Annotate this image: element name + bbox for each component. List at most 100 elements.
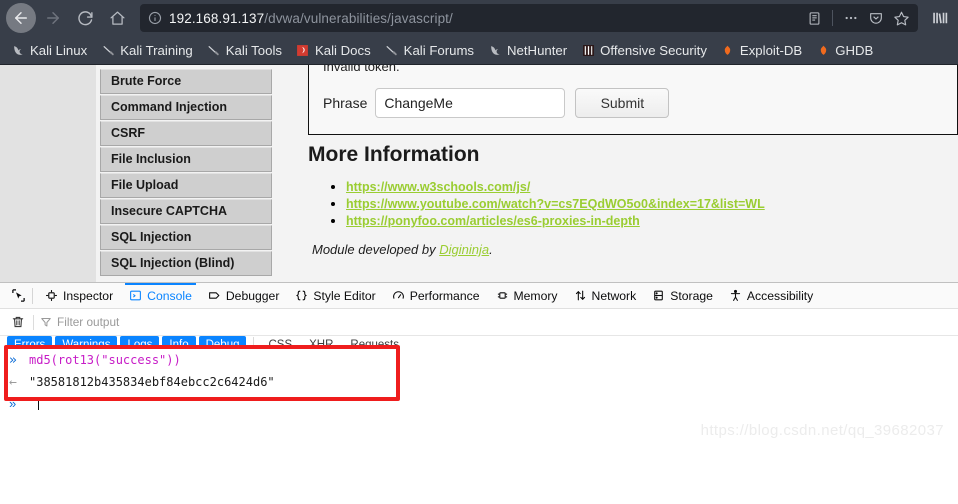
submit-button[interactable]: Submit (575, 88, 670, 118)
sidebar-item-command-injection[interactable]: Command Injection (100, 95, 272, 120)
phrase-input[interactable] (375, 88, 566, 118)
tab-style-editor[interactable]: Style Editor (287, 283, 383, 308)
kali-dragon-icon (11, 43, 25, 57)
bookmark-nethunter[interactable]: NetHunter (481, 41, 574, 60)
console-filter-pills: Errors Warnings Logs Info Debug CSS XHR … (0, 336, 958, 349)
filter-pill-xhr[interactable]: XHR (302, 336, 340, 349)
bookmark-kali-forums[interactable]: Kali Forums (378, 41, 481, 60)
address-bar[interactable]: 192.168.91.137/dvwa/vulnerabilities/java… (140, 4, 918, 32)
bookmark-exploit-db[interactable]: Exploit-DB (714, 41, 809, 60)
tab-network[interactable]: Network (566, 283, 645, 308)
sidebar-item-file-inclusion[interactable]: File Inclusion (100, 147, 272, 172)
kali-tools-icon (207, 43, 221, 57)
console-input-arrow-icon: » (9, 352, 17, 368)
tab-memory[interactable]: Memory (488, 283, 566, 308)
bookmark-star-icon[interactable] (890, 7, 912, 29)
filter-output-input[interactable]: Filter output (40, 315, 958, 329)
filter-icon (40, 316, 52, 328)
element-picker-icon[interactable] (6, 284, 30, 308)
tab-label: Inspector (63, 288, 114, 303)
console-output: » md5(rot13("success")) ← "38581812b4358… (0, 345, 958, 445)
phrase-form: Phrase Submit (323, 88, 943, 118)
sidebar-item-file-upload[interactable]: File Upload (100, 173, 272, 198)
bookmark-label: Kali Linux (30, 42, 88, 58)
filter-pill-css[interactable]: CSS (261, 336, 299, 349)
module-credit-link[interactable]: Digininja (439, 242, 489, 257)
performance-icon (392, 289, 405, 302)
inspector-icon (45, 289, 58, 302)
memory-icon (496, 289, 509, 302)
debugger-icon (208, 289, 221, 302)
chrome-right-controls (928, 9, 952, 27)
filter-pill-info[interactable]: Info (162, 336, 196, 349)
address-bar-actions (803, 7, 912, 29)
tab-label: Network (591, 288, 637, 303)
bookmark-offensive-security[interactable]: Offensive Security (574, 41, 714, 60)
home-button[interactable] (102, 3, 132, 33)
tab-inspector[interactable]: Inspector (37, 283, 121, 308)
info-link-youtube[interactable]: https://www.youtube.com/watch?v=cs7EQdWO… (346, 197, 765, 211)
bookmark-label: Kali Tools (225, 42, 282, 58)
filter-pills-divider (253, 337, 255, 349)
bookmark-label: Kali Forums (403, 42, 475, 58)
dvwa-page: Brute Force Command Injection CSRF File … (96, 65, 958, 282)
console-input-expression: md5(rot13("success")) (29, 353, 181, 367)
page-left-margin (0, 65, 96, 282)
url-host: 192.168.91.137 (169, 10, 265, 26)
module-credit: Module developed by Digininja. (312, 242, 954, 257)
console-input-row[interactable]: » md5(rot13("success")) (0, 349, 958, 371)
filter-pill-requests[interactable]: Requests (343, 336, 406, 349)
tab-label: Accessibility (746, 288, 814, 303)
filter-bar-divider (33, 314, 34, 330)
page-actions-icon[interactable] (840, 7, 862, 29)
tab-label: Style Editor (313, 288, 376, 303)
sidebar-item-sql-injection[interactable]: SQL Injection (100, 225, 272, 250)
tab-label: Performance (409, 288, 480, 303)
sidebar-item-sql-injection-blind[interactable]: SQL Injection (Blind) (100, 251, 272, 276)
console-prompt-row[interactable]: » (0, 393, 958, 413)
bookmark-kali-docs[interactable]: Kali Docs (289, 41, 378, 60)
sidebar-item-insecure-captcha[interactable]: Insecure CAPTCHA (100, 199, 272, 224)
library-icon[interactable] (928, 9, 952, 27)
javascript-challenge-card: Invalid token. Phrase Submit (308, 65, 958, 135)
phrase-label: Phrase (323, 95, 368, 111)
console-filter-bar: Filter output (0, 309, 958, 336)
bookmark-kali-tools[interactable]: Kali Tools (200, 41, 289, 60)
tab-accessibility[interactable]: Accessibility (721, 283, 821, 308)
address-bar-separator (832, 10, 833, 26)
watermark: https://blog.csdn.net/qq_39682037 (700, 422, 944, 439)
clear-console-icon[interactable] (6, 311, 30, 333)
tab-performance[interactable]: Performance (384, 283, 488, 308)
devtools-toolbar: Inspector Console Debugger Style Editor … (0, 283, 958, 309)
back-button[interactable] (6, 3, 36, 33)
more-information-heading: More Information (308, 143, 480, 166)
forward-button[interactable] (38, 3, 68, 33)
tab-debugger[interactable]: Debugger (200, 283, 288, 308)
info-icon[interactable] (148, 11, 162, 25)
filter-pill-logs[interactable]: Logs (120, 336, 160, 349)
pocket-icon[interactable] (865, 7, 887, 29)
kali-forums-icon (385, 43, 399, 57)
info-link-ponyfoo[interactable]: https://ponyfoo.com/articles/es6-proxies… (346, 214, 640, 228)
more-information-section: More Information https://www.w3schools.c… (308, 143, 954, 257)
sidebar-item-csrf[interactable]: CSRF (100, 121, 272, 146)
reload-button[interactable] (70, 3, 100, 33)
bookmark-ghdb[interactable]: GHDB (809, 41, 880, 60)
filter-pill-warnings[interactable]: Warnings (55, 336, 118, 349)
bookmark-kali-training[interactable]: Kali Training (94, 41, 200, 60)
reader-view-icon[interactable] (803, 7, 825, 29)
list-item: https://ponyfoo.com/articles/es6-proxies… (346, 213, 954, 229)
sidebar-item-brute-force[interactable]: Brute Force (100, 69, 272, 94)
filter-pill-debug[interactable]: Debug (198, 336, 247, 349)
bookmark-label: Kali Docs (314, 42, 371, 58)
devtools-panel: Inspector Console Debugger Style Editor … (0, 282, 958, 445)
info-link-w3schools[interactable]: https://www.w3schools.com/js/ (346, 180, 530, 194)
bookmark-kali-linux[interactable]: Kali Linux (4, 41, 94, 60)
tab-console[interactable]: Console (121, 283, 200, 308)
ghdb-icon (816, 43, 830, 57)
url-path: /dvwa/vulnerabilities/javascript/ (264, 10, 453, 26)
tab-storage[interactable]: Storage (644, 283, 721, 308)
tab-label: Memory (513, 288, 558, 303)
module-credit-suffix: . (489, 242, 493, 257)
filter-pill-errors[interactable]: Errors (7, 336, 53, 349)
